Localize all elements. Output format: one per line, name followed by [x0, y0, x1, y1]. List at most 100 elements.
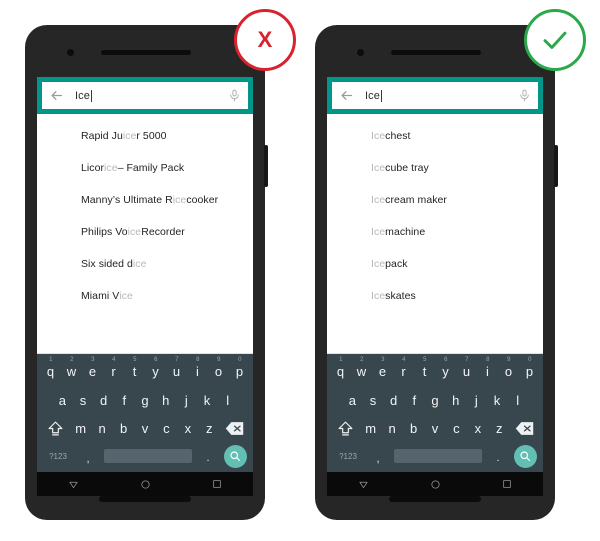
nav-back-triangle-icon[interactable] — [358, 479, 369, 490]
key-a[interactable]: a — [342, 387, 363, 414]
key-i[interactable]: 8i — [477, 357, 498, 385]
nav-home-circle-icon[interactable] — [140, 479, 151, 490]
key-e[interactable]: 3e — [82, 357, 103, 385]
key-k[interactable]: k — [197, 387, 218, 414]
back-arrow-icon[interactable] — [49, 88, 64, 103]
key-s[interactable]: s — [363, 387, 384, 414]
key-x[interactable]: x — [467, 415, 488, 442]
key-u[interactable]: 7u — [166, 357, 187, 385]
key-j[interactable]: j — [466, 387, 487, 414]
key-f[interactable]: f — [114, 387, 135, 414]
key-n[interactable]: n — [91, 415, 112, 442]
nav-recents-square-icon[interactable] — [212, 479, 222, 489]
key-u[interactable]: 7u — [456, 357, 477, 385]
key-s[interactable]: s — [73, 387, 94, 414]
comma-key[interactable]: , — [76, 447, 100, 465]
power-button-left[interactable] — [264, 145, 268, 187]
key-o[interactable]: 9o — [498, 357, 519, 385]
key-h[interactable]: h — [155, 387, 176, 414]
android-nav-bar-left[interactable] — [37, 472, 253, 496]
back-arrow-icon[interactable] — [339, 88, 354, 103]
shift-key-icon[interactable] — [40, 415, 70, 442]
symbols-key[interactable]: ?123 — [40, 452, 76, 461]
key-t[interactable]: 5t — [414, 357, 435, 385]
key-i[interactable]: 8i — [187, 357, 208, 385]
microphone-icon[interactable] — [228, 88, 241, 103]
suggestion-item[interactable]: Ice cube tray — [327, 152, 543, 184]
backspace-key-icon[interactable] — [510, 415, 540, 442]
suggestion-item[interactable]: Ice machine — [327, 216, 543, 248]
suggestion-item[interactable]: Ice cream maker — [327, 184, 543, 216]
key-n[interactable]: n — [381, 415, 402, 442]
onscreen-keyboard-right[interactable]: 1q2w3e4r5t6y7u8i9o0p asdfghjkl mnbvcxz ?… — [327, 354, 543, 472]
key-d[interactable]: d — [93, 387, 114, 414]
backspace-key-icon[interactable] — [220, 415, 250, 442]
period-key[interactable]: . — [486, 448, 510, 464]
key-p[interactable]: 0p — [519, 357, 540, 385]
key-c[interactable]: c — [446, 415, 467, 442]
key-b[interactable]: b — [113, 415, 134, 442]
key-d[interactable]: d — [383, 387, 404, 414]
nav-home-circle-icon[interactable] — [430, 479, 441, 490]
android-nav-bar-right[interactable] — [327, 472, 543, 496]
key-v[interactable]: v — [134, 415, 155, 442]
nav-recents-square-icon[interactable] — [502, 479, 512, 489]
comma-key[interactable]: , — [366, 447, 390, 465]
key-y[interactable]: 6y — [145, 357, 166, 385]
key-r[interactable]: 4r — [393, 357, 414, 385]
shift-key-icon[interactable] — [330, 415, 360, 442]
suggestion-item[interactable]: Ice chest — [327, 120, 543, 152]
microphone-icon[interactable] — [518, 88, 531, 103]
period-key[interactable]: . — [196, 448, 220, 464]
suggestion-item[interactable]: Rapid Ju ice r 5000 — [37, 120, 253, 152]
key-m[interactable]: m — [360, 415, 381, 442]
key-h[interactable]: h — [445, 387, 466, 414]
onscreen-keyboard-left[interactable]: 1q2w3e4r5t6y7u8i9o0p asdfghjkl mnbvcxz ?… — [37, 354, 253, 472]
key-e[interactable]: 3e — [372, 357, 393, 385]
key-q[interactable]: 1q — [40, 357, 61, 385]
suggestion-item[interactable]: Six sided d ice — [37, 248, 253, 280]
space-key[interactable] — [394, 449, 482, 464]
key-l[interactable]: l — [217, 387, 238, 414]
suggestion-item[interactable]: Licor ice – Family Pack — [37, 152, 253, 184]
search-key[interactable] — [510, 444, 540, 468]
suggestion-item[interactable]: Ice pack — [327, 248, 543, 280]
key-a[interactable]: a — [52, 387, 73, 414]
key-f[interactable]: f — [404, 387, 425, 414]
suggestion-list-left[interactable]: Rapid Ju ice r 5000 Licor ice – Family Pack M… — [37, 114, 253, 354]
key-z[interactable]: z — [199, 415, 220, 442]
symbols-key[interactable]: ?123 — [330, 452, 366, 461]
key-w[interactable]: 2w — [351, 357, 372, 385]
nav-back-triangle-icon[interactable] — [68, 479, 79, 490]
space-key[interactable] — [104, 449, 192, 464]
suggestion-item[interactable]: Philips Vo ice Recorder — [37, 216, 253, 248]
search-field-right[interactable]: Ice — [332, 82, 538, 109]
power-button-right[interactable] — [554, 145, 558, 187]
suggestion-item[interactable]: Ice skates — [327, 280, 543, 312]
key-y[interactable]: 6y — [435, 357, 456, 385]
key-j[interactable]: j — [176, 387, 197, 414]
key-b[interactable]: b — [403, 415, 424, 442]
key-z[interactable]: z — [489, 415, 510, 442]
key-c[interactable]: c — [156, 415, 177, 442]
search-input-right[interactable]: Ice — [365, 89, 518, 102]
search-field-left[interactable]: Ice — [42, 82, 248, 109]
key-p[interactable]: 0p — [229, 357, 250, 385]
key-g[interactable]: g — [425, 387, 446, 414]
key-k[interactable]: k — [487, 387, 508, 414]
search-input-left[interactable]: Ice — [75, 89, 228, 102]
key-v[interactable]: v — [424, 415, 445, 442]
key-o[interactable]: 9o — [208, 357, 229, 385]
key-w[interactable]: 2w — [61, 357, 82, 385]
suggestion-list-right[interactable]: Ice chest Ice cube tray Ice cream maker Ice… — [327, 114, 543, 354]
key-l[interactable]: l — [507, 387, 528, 414]
search-key[interactable] — [220, 444, 250, 468]
key-g[interactable]: g — [135, 387, 156, 414]
suggestion-item[interactable]: Miami Vice — [37, 280, 253, 312]
key-m[interactable]: m — [70, 415, 91, 442]
key-t[interactable]: 5t — [124, 357, 145, 385]
key-q[interactable]: 1q — [330, 357, 351, 385]
key-r[interactable]: 4r — [103, 357, 124, 385]
key-x[interactable]: x — [177, 415, 198, 442]
suggestion-item[interactable]: Manny’s Ultimate Rice cooker — [37, 184, 253, 216]
